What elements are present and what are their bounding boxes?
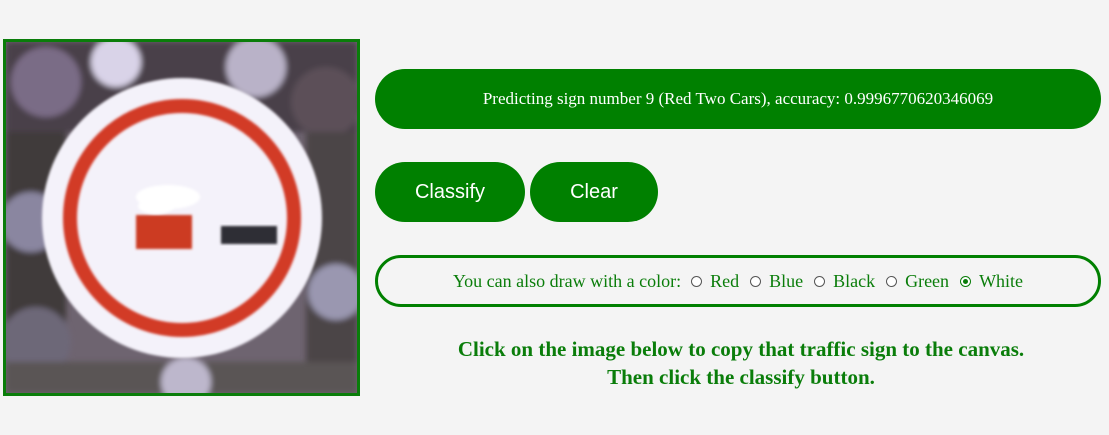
- color-picker: You can also draw with a color: Red Blue…: [375, 255, 1101, 307]
- traffic-sign-image: [6, 42, 357, 393]
- color-option-blue[interactable]: Blue: [750, 271, 803, 292]
- color-option-label: Blue: [769, 270, 804, 291]
- classify-button[interactable]: Classify: [375, 162, 525, 222]
- color-option-label: Black: [833, 270, 876, 291]
- radio-red[interactable]: [691, 275, 703, 287]
- radio-white[interactable]: [960, 275, 972, 287]
- color-option-label: Red: [710, 270, 740, 291]
- instructions-line-2: Then click the classify button.: [607, 365, 875, 389]
- instructions-line-1: Click on the image below to copy that tr…: [457, 337, 1025, 361]
- drawing-canvas[interactable]: [3, 39, 360, 396]
- color-option-black[interactable]: Black: [814, 271, 875, 292]
- clear-button[interactable]: Clear: [530, 162, 658, 222]
- color-option-green[interactable]: Green: [886, 271, 949, 292]
- prediction-banner: Predicting sign number 9 (Red Two Cars),…: [375, 69, 1101, 129]
- color-option-red[interactable]: Red: [691, 271, 739, 292]
- color-option-white[interactable]: White: [960, 271, 1023, 292]
- color-option-label: Green: [905, 270, 950, 291]
- radio-green[interactable]: [886, 275, 898, 287]
- radio-blue[interactable]: [750, 275, 762, 287]
- color-option-label: White: [979, 270, 1024, 291]
- color-picker-prompt: You can also draw with a color:: [452, 270, 682, 291]
- radio-black[interactable]: [814, 275, 826, 287]
- instructions-text: Click on the image below to copy that tr…: [375, 335, 1107, 391]
